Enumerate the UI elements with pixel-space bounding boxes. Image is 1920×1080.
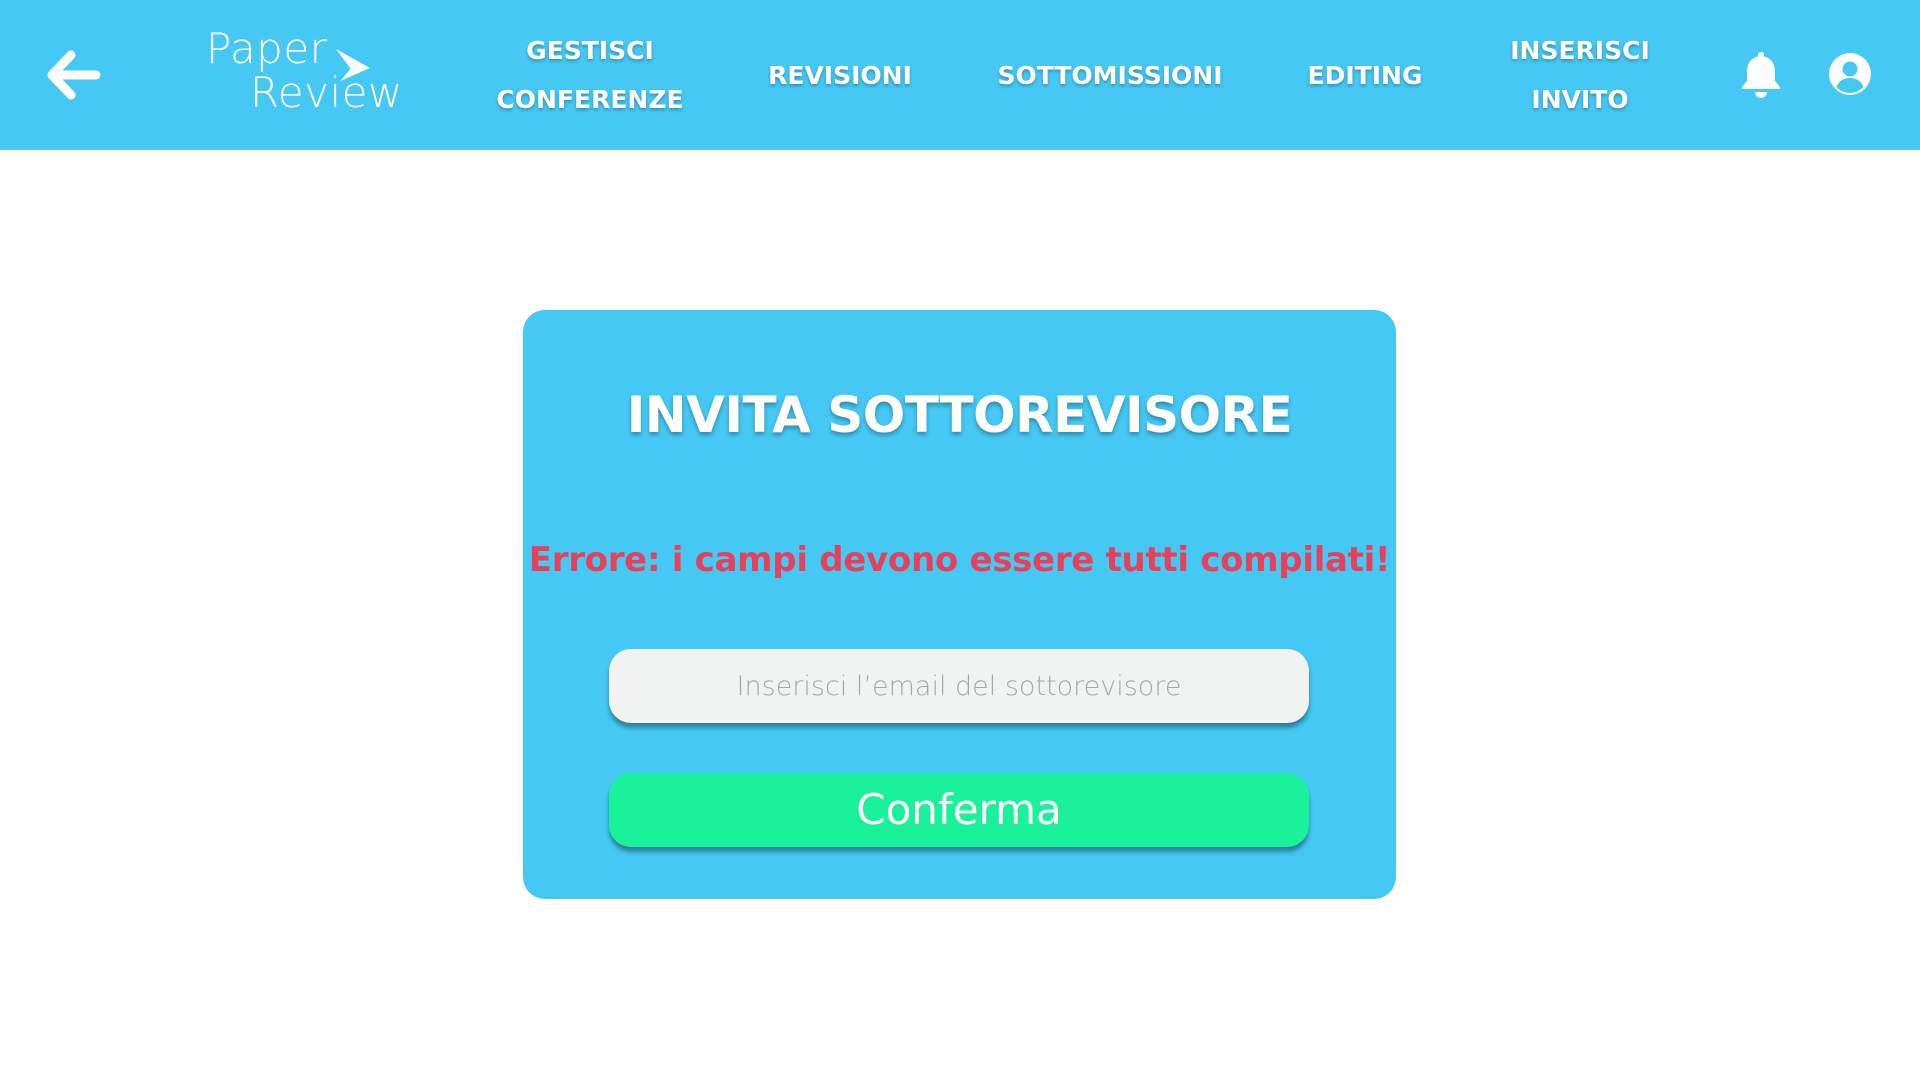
back-button[interactable]	[44, 45, 104, 105]
logo-text-paper: Paper	[206, 24, 328, 73]
top-navigation-bar: Paper Review GESTISCI CONFERENZE REVISIO…	[0, 0, 1920, 150]
nav-revisioni[interactable]: REVISIONI	[740, 0, 940, 150]
error-message: Errore: i campi devono essere tutti comp…	[528, 540, 1391, 580]
card-title: INVITA SOTTOREVISORE	[626, 386, 1293, 444]
arrow-left-icon	[47, 50, 101, 100]
subreviewer-email-input[interactable]	[609, 649, 1309, 723]
nav-sottomissioni[interactable]: SOTTOMISSIONI	[990, 0, 1230, 150]
nav-editing[interactable]: EDITING	[1285, 0, 1445, 150]
invite-subreviewer-card: INVITA SOTTOREVISORE Errore: i campi dev…	[523, 310, 1396, 899]
logo-text-review: Review	[250, 68, 403, 117]
paper-review-logo[interactable]: Paper Review	[206, 24, 402, 124]
user-circle-icon	[1829, 53, 1871, 95]
notifications-button[interactable]	[1733, 46, 1789, 102]
confirm-button[interactable]: Conferma	[609, 773, 1309, 847]
profile-button[interactable]	[1822, 46, 1878, 102]
nav-gestisci-conferenze[interactable]: GESTISCI CONFERENZE	[490, 0, 690, 150]
bell-icon	[1742, 52, 1780, 98]
nav-inserisci-invito[interactable]: INSERISCI INVITO	[1500, 0, 1660, 150]
